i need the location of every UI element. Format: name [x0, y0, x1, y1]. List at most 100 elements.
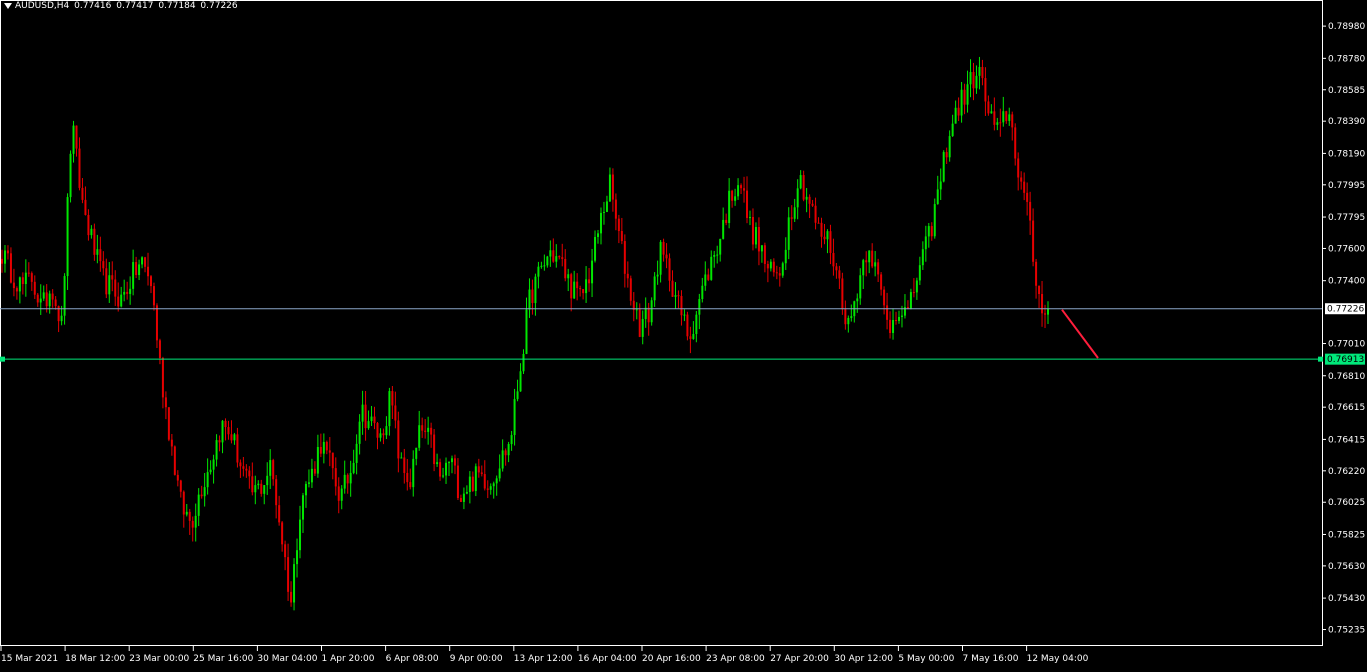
- candle-body: [54, 299, 57, 307]
- candle-body: [239, 462, 242, 467]
- candle-body: [513, 399, 516, 436]
- price-chart[interactable]: 0.78980 0.78780 0.78585 0.78390 0.78190 0.779…: [0, 0, 1367, 672]
- candle-body: [39, 298, 42, 303]
- candle-body: [492, 483, 495, 487]
- candle-body: [287, 557, 290, 592]
- candle-body: [200, 494, 203, 497]
- candle-body: [483, 474, 486, 489]
- candle-body: [963, 89, 966, 105]
- candle-body: [892, 320, 895, 333]
- candle-body: [921, 249, 924, 266]
- x-tick-label: 18 Mar 12:00: [65, 654, 125, 664]
- projection-arrow-line[interactable]: [1061, 309, 1099, 359]
- candle-body: [164, 397, 167, 408]
- y-tick-label: 0.78390: [1328, 117, 1365, 127]
- candle-body: [12, 282, 15, 289]
- candle-body: [418, 425, 421, 448]
- candle-body: [251, 476, 254, 493]
- candle-body: [114, 279, 117, 297]
- candle-body: [182, 491, 185, 515]
- candle-body: [78, 148, 81, 188]
- candle-body: [346, 474, 349, 484]
- candle-body: [69, 153, 72, 198]
- candle-body: [120, 294, 123, 307]
- candle-body: [334, 468, 337, 487]
- candle-body: [775, 272, 778, 274]
- candle-body: [111, 275, 114, 280]
- candle-body: [605, 201, 608, 212]
- candle-body: [442, 475, 445, 477]
- candle-body: [751, 217, 754, 245]
- candle-body: [150, 276, 153, 287]
- candle-body: [614, 199, 617, 219]
- candle-body: [63, 276, 66, 316]
- candle-body: [641, 319, 644, 337]
- candle-body: [489, 486, 492, 490]
- candle-body: [638, 309, 641, 337]
- plot-frame: [0, 0, 1323, 646]
- level-line-handle-right[interactable]: [1318, 356, 1323, 362]
- candle-body: [310, 468, 313, 483]
- candle-body: [161, 357, 164, 398]
- candle-body: [185, 511, 188, 515]
- candle-body: [400, 457, 403, 459]
- candle-body: [9, 253, 12, 283]
- candle-body: [421, 425, 424, 431]
- candle-body: [206, 472, 209, 488]
- candle-body: [227, 427, 230, 435]
- candle-body: [883, 289, 886, 306]
- candle-body: [72, 125, 75, 154]
- candle-body: [531, 289, 534, 304]
- candle-body: [507, 444, 510, 456]
- candle-body: [480, 472, 483, 475]
- candle-body: [588, 279, 591, 284]
- candle-body: [701, 285, 704, 300]
- candle-body: [698, 299, 701, 315]
- y-tick-label: 0.78585: [1328, 86, 1365, 96]
- candle-body: [561, 257, 564, 260]
- candle-body: [740, 185, 743, 189]
- candle-body: [126, 291, 129, 294]
- candle-body: [84, 199, 87, 215]
- x-tick-label: 25 Mar 16:00: [193, 654, 253, 664]
- candle-body: [519, 371, 522, 392]
- candle-body: [617, 218, 620, 232]
- y-tick-label: 0.78980: [1328, 22, 1365, 32]
- candle-body: [316, 446, 319, 474]
- candle-body: [108, 275, 111, 295]
- candle-body: [266, 475, 269, 486]
- candle-body: [516, 391, 519, 400]
- candle-body: [96, 249, 99, 255]
- candle-body: [814, 205, 817, 223]
- candle-body: [790, 217, 793, 219]
- candle-body: [537, 266, 540, 277]
- candle-body: [683, 314, 686, 316]
- y-tick-label: 0.77795: [1328, 213, 1365, 223]
- candle-body: [245, 468, 248, 471]
- candle-body: [954, 107, 957, 124]
- candle-body: [978, 66, 981, 76]
- candle-body: [534, 276, 537, 304]
- candle-body: [81, 187, 84, 200]
- candle-body: [352, 462, 355, 473]
- candle-body: [474, 466, 477, 491]
- x-tick-label: 7 May 16:00: [963, 654, 1019, 664]
- level-line-handle-left[interactable]: [0, 356, 5, 362]
- candle-body: [272, 460, 275, 480]
- candle-body: [257, 483, 260, 486]
- candle-body: [290, 591, 293, 603]
- candle-body: [343, 474, 346, 489]
- y-tick-label: 0.75825: [1328, 530, 1365, 540]
- candle-body: [680, 295, 683, 316]
- candle-body: [897, 316, 900, 321]
- candle-body: [453, 458, 456, 466]
- candle-body: [844, 309, 847, 325]
- x-tick-label: 1 Apr 20:00: [322, 654, 375, 664]
- candle-body: [930, 226, 933, 237]
- y-tick-label: 0.76415: [1328, 435, 1365, 445]
- candle-body: [754, 227, 757, 245]
- candle-body: [856, 298, 859, 302]
- candle-body: [743, 188, 746, 191]
- candle-body: [465, 492, 468, 494]
- candle-body: [975, 75, 978, 89]
